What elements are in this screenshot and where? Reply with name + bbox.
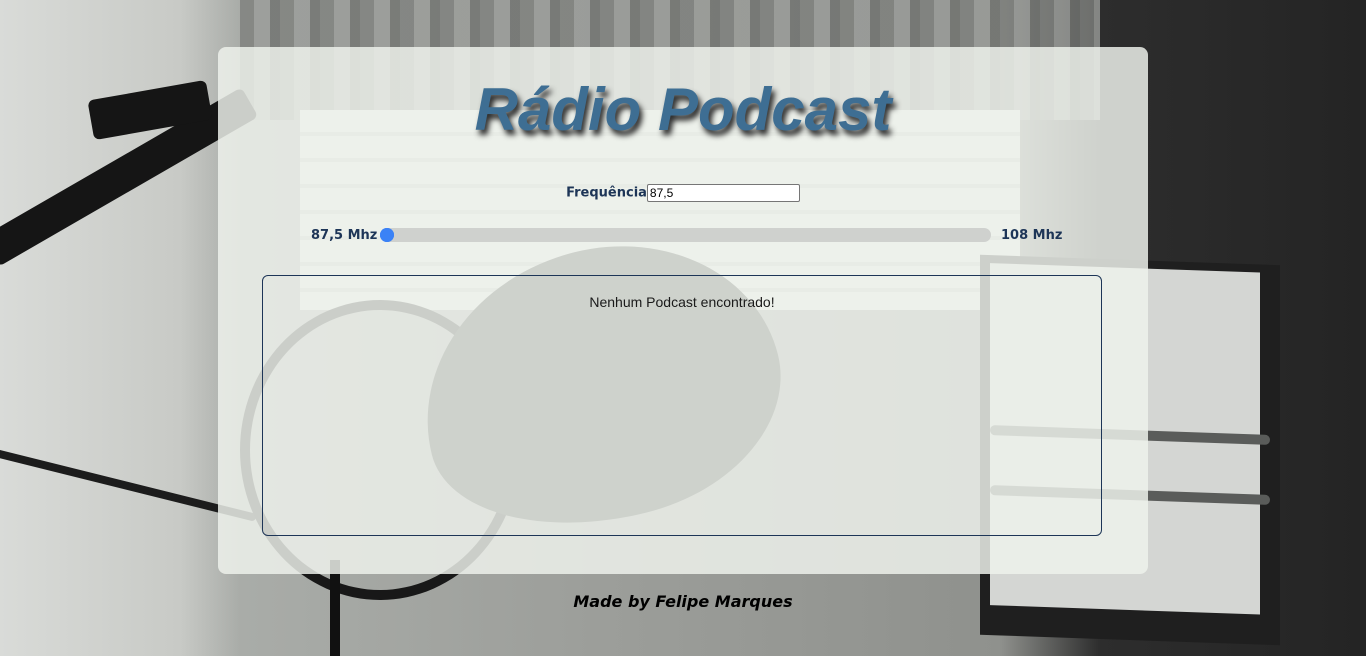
range-min-label: 87,5 Mhz (311, 228, 378, 243)
page-title: Rádio Podcast (474, 76, 892, 143)
frequency-label: Frequência (566, 185, 647, 201)
frequency-slider-thumb[interactable] (380, 228, 394, 242)
empty-results-message: Nenhum Podcast encontrado! (589, 294, 775, 310)
range-max-label: 108 Mhz (1001, 228, 1063, 243)
frequency-slider[interactable] (380, 228, 991, 242)
podcast-results-panel: Nenhum Podcast encontrado! (262, 275, 1102, 536)
footer-credit: Made by Felipe Marques (573, 592, 793, 611)
frequency-input[interactable] (646, 184, 800, 202)
frequency-row: Frequência (0, 184, 1366, 202)
